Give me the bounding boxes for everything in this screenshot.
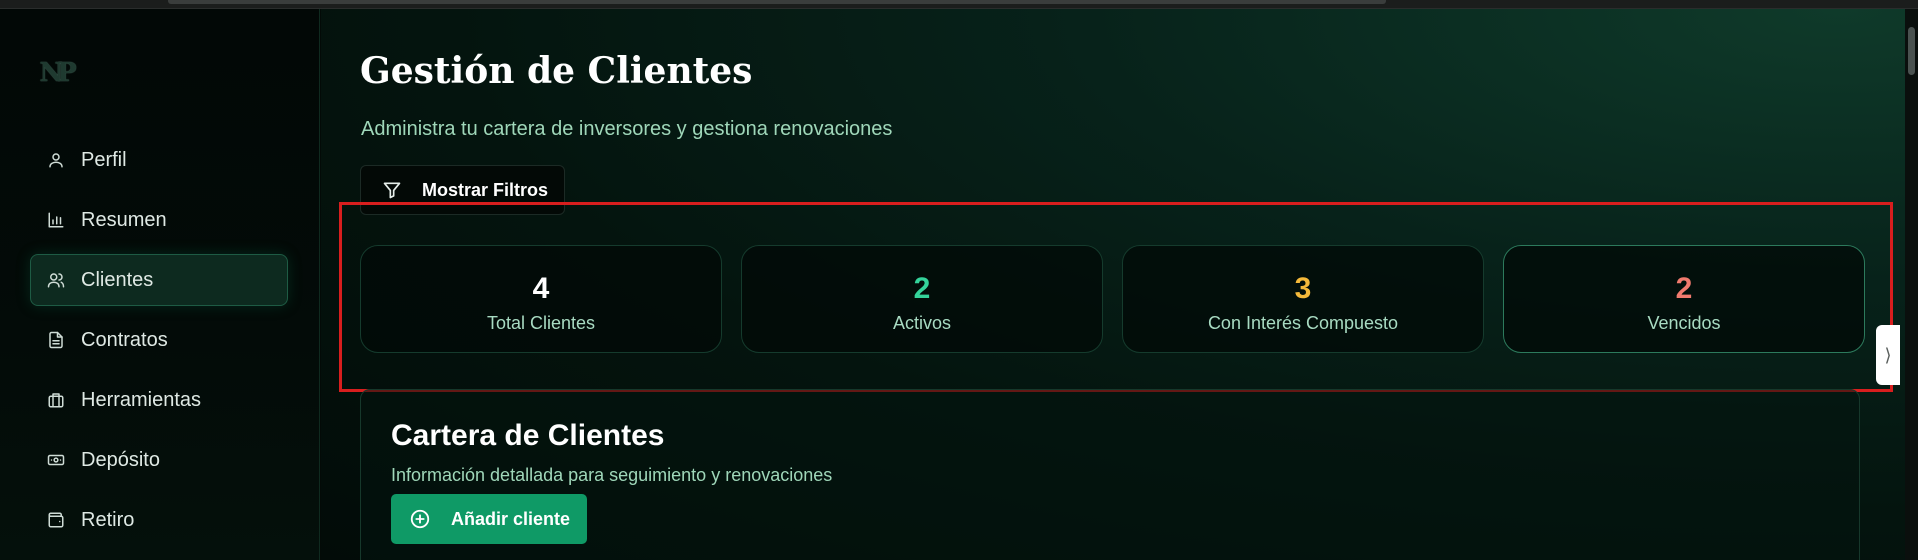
- show-filters-label: Mostrar Filtros: [422, 179, 549, 200]
- sidebar-item-label: Retiro: [81, 508, 135, 531]
- browser-top-bar: [0, 0, 1918, 9]
- stat-label: Total Clientes: [486, 313, 596, 333]
- sidebar-item-resumen[interactable]: Resumen: [30, 194, 288, 246]
- sidebar-item-perfil[interactable]: Perfil: [30, 134, 288, 186]
- stat-card-vencidos: 2 Vencidos: [1503, 245, 1865, 353]
- scrollbar[interactable]: [1905, 9, 1918, 560]
- add-client-button[interactable]: Añadir cliente: [391, 494, 587, 544]
- users-icon: [46, 270, 66, 290]
- portfolio-title: Cartera de Clientes: [391, 419, 665, 452]
- main-content: Gestión de Clientes Administra tu carter…: [321, 9, 1918, 560]
- stat-value: 3: [1294, 272, 1312, 305]
- sidebar: NP Perfil Resumen Clientes Contratos Her…: [0, 9, 320, 560]
- sidebar-item-contratos[interactable]: Contratos: [30, 314, 288, 366]
- sidebar-item-label: Perfil: [81, 148, 127, 171]
- page-title: Gestión de Clientes: [360, 50, 753, 92]
- wallet-icon: [46, 510, 66, 530]
- sidebar-item-deposito[interactable]: Depósito: [30, 434, 288, 486]
- stat-label: Vencidos: [1647, 313, 1721, 333]
- stat-card-interes-compuesto: 3 Con Interés Compuesto: [1122, 245, 1484, 353]
- sidebar-item-label: Herramientas: [81, 388, 202, 411]
- stat-value: 2: [913, 272, 931, 305]
- stats-row: 4 Total Clientes 2 Activos 3 Con Interés…: [360, 245, 1866, 353]
- show-filters-button[interactable]: Mostrar Filtros: [360, 165, 565, 215]
- stat-card-activos: 2 Activos: [741, 245, 1103, 353]
- sidebar-item-label: Depósito: [81, 448, 160, 471]
- briefcase-icon: [46, 390, 66, 410]
- stat-label: Activos: [892, 313, 952, 333]
- top-scroll-track: [168, 0, 1386, 4]
- banknote-icon: [46, 450, 66, 470]
- plus-circle-icon: [410, 509, 430, 529]
- stat-value: 4: [532, 272, 550, 305]
- document-icon: [46, 330, 66, 350]
- logo[interactable]: NP: [34, 56, 76, 90]
- scrollbar-thumb[interactable]: [1908, 27, 1915, 75]
- collapse-handle-icon[interactable]: ⟩: [1876, 325, 1900, 385]
- filter-icon: [383, 182, 401, 199]
- stat-label: Con Interés Compuesto: [1207, 313, 1399, 333]
- sidebar-item-clientes[interactable]: Clientes: [30, 254, 288, 306]
- add-client-label: Añadir cliente: [451, 508, 571, 529]
- stat-card-total-clientes: 4 Total Clientes: [360, 245, 722, 353]
- portfolio-subtitle: Información detallada para seguimiento y…: [391, 465, 833, 485]
- bar-chart-icon: [46, 210, 66, 230]
- stat-value: 2: [1675, 272, 1693, 305]
- sidebar-item-label: Clientes: [81, 268, 154, 291]
- sidebar-item-retiro[interactable]: Retiro: [30, 494, 288, 546]
- sidebar-item-label: Contratos: [81, 328, 168, 351]
- user-icon: [46, 150, 66, 170]
- portfolio-card: Cartera de Clientes Información detallad…: [360, 389, 1860, 560]
- sidebar-item-herramientas[interactable]: Herramientas: [30, 374, 288, 426]
- sidebar-nav: Perfil Resumen Clientes Contratos Herram…: [30, 134, 288, 554]
- page-subtitle: Administra tu cartera de inversores y ge…: [361, 118, 893, 140]
- sidebar-item-label: Resumen: [81, 208, 167, 231]
